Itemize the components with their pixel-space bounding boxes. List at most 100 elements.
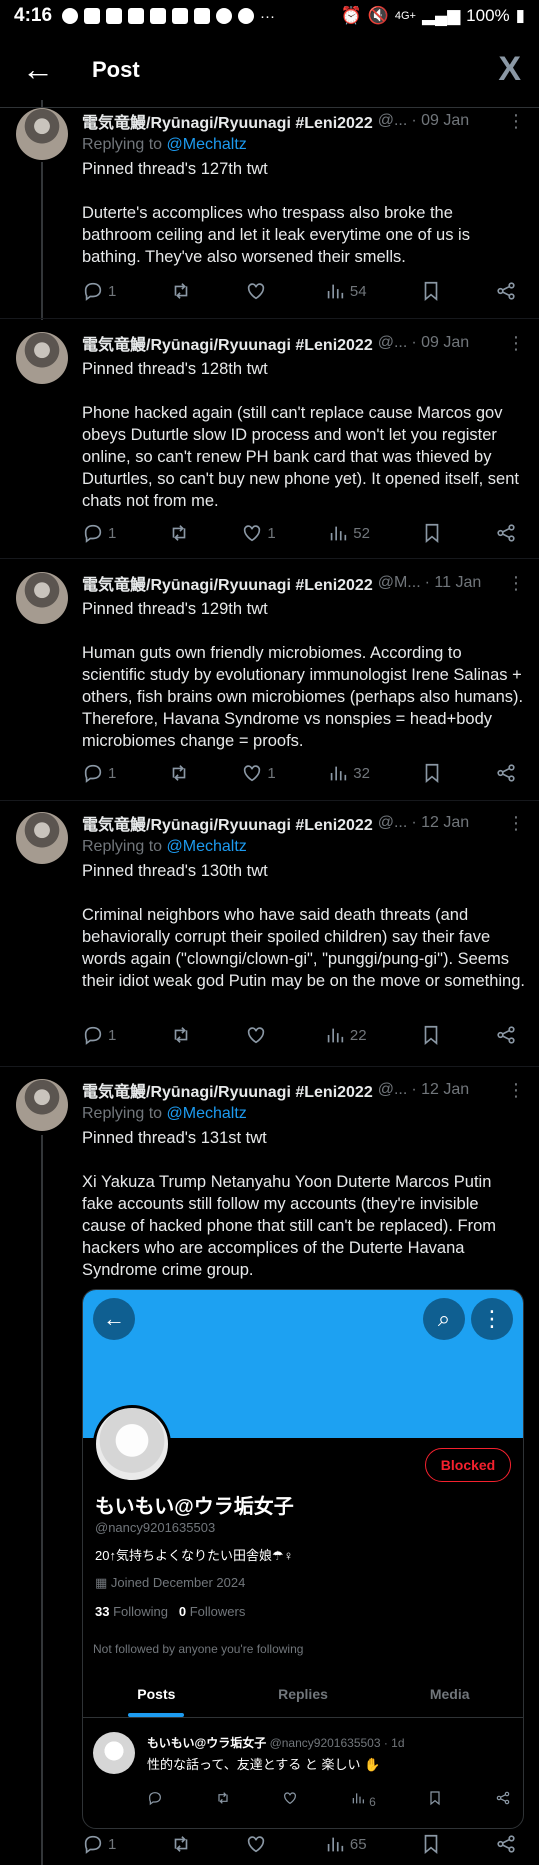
avatar[interactable]: [16, 108, 68, 160]
repost-icon: [174, 1836, 187, 1852]
more-options-icon[interactable]: ⋮: [497, 573, 525, 594]
view-count: 52: [353, 524, 370, 542]
more-options-icon[interactable]: ⋮: [497, 1080, 525, 1101]
repost-button[interactable]: [168, 762, 190, 784]
joined-date: Joined December 2024: [110, 1575, 246, 1590]
bookmark-button[interactable]: [421, 522, 443, 544]
tweet-129[interactable]: 電気竜鰻/Ryūnagi/Ryuunagi #Leni2022 @M... · …: [0, 570, 539, 810]
author-name[interactable]: 電気竜鰻/Ryūnagi/Ryuunagi #Leni2022: [82, 571, 373, 595]
reply-icon: [84, 1026, 102, 1045]
reply-button[interactable]: 1: [82, 762, 116, 784]
divider: [0, 558, 539, 559]
share-button[interactable]: [495, 280, 517, 302]
tweet-date[interactable]: · 11 Jan: [425, 574, 482, 592]
tweet-date[interactable]: · 12 Jan: [411, 1081, 469, 1099]
system-icons: ⏰ 🔇 4G+ ▂▄▆ 100% ▮: [341, 6, 526, 26]
tweet-content: 電気竜鰻/Ryūnagi/Ryuunagi #Leni2022 @... · 0…: [82, 332, 525, 512]
replying-label: Replying to: [82, 838, 163, 855]
discord-icon: [106, 8, 123, 24]
avatar[interactable]: [16, 332, 68, 384]
views-button[interactable]: 54: [324, 280, 367, 302]
search-icon: ⌕: [423, 1298, 465, 1340]
tweet-128[interactable]: 電気竜鰻/Ryūnagi/Ryuunagi #Leni2022 @... · 0…: [0, 330, 539, 570]
mention-link[interactable]: @Mechaltz: [167, 136, 247, 153]
x-logo-icon[interactable]: X: [498, 50, 521, 89]
bookmark-button[interactable]: [420, 280, 442, 302]
mention-link[interactable]: @Mechaltz: [167, 838, 247, 855]
attached-image[interactable]: ← ⌕ ⋮ Blocked もいもい@ウラ垢女子 @nancy920163550…: [82, 1289, 524, 1829]
more-options-icon[interactable]: ⋮: [497, 333, 525, 354]
avatar[interactable]: [16, 572, 68, 624]
more-options-icon[interactable]: ⋮: [497, 111, 525, 132]
more-notifications-icon: ···: [260, 7, 276, 25]
bookmark-button[interactable]: [421, 762, 443, 784]
views-button[interactable]: 22: [324, 1024, 367, 1046]
share-button[interactable]: [495, 1024, 517, 1046]
like-button[interactable]: [245, 280, 271, 302]
tweet-date[interactable]: · 09 Jan: [411, 112, 469, 130]
tweet-text: Pinned thread's 131st twt Xi Yakuza Trum…: [82, 1129, 497, 1279]
tweet-actions: 1 1 32: [82, 762, 517, 784]
replying-to: Replying to @Mechaltz: [82, 838, 525, 856]
post-views: 6: [350, 1790, 376, 1809]
share-button[interactable]: [495, 762, 517, 784]
profile-post: もいもい@ウラ垢女子 @nancy9201635503 · 1d 性的な話って、…: [83, 1722, 523, 1828]
bookmark-button[interactable]: [420, 1024, 442, 1046]
thread-line: [41, 1135, 43, 1865]
heart-icon: [244, 525, 261, 542]
repost-button[interactable]: [170, 1833, 192, 1855]
reply-icon: [149, 1792, 161, 1806]
reply-icon: [84, 1835, 102, 1854]
like-button[interactable]: 1: [241, 762, 276, 784]
divider: [0, 318, 539, 319]
reply-button[interactable]: 1: [82, 1024, 116, 1046]
reply-button[interactable]: 1: [82, 522, 116, 544]
repost-button[interactable]: [168, 522, 190, 544]
more-options-icon[interactable]: ⋮: [497, 813, 525, 834]
avatar[interactable]: [16, 812, 68, 864]
blocked-button: Blocked: [425, 1448, 511, 1482]
divider: [0, 800, 539, 801]
author-name[interactable]: 電気竜鰻/Ryūnagi/Ryuunagi #Leni2022: [82, 811, 373, 835]
avatar[interactable]: [16, 1079, 68, 1131]
views-icon: [330, 766, 347, 781]
profile-avatar: [93, 1405, 171, 1483]
repost-button[interactable]: [170, 1024, 192, 1046]
bookmark-button[interactable]: [420, 1833, 442, 1855]
tweet-131[interactable]: 電気竜鰻/Ryūnagi/Ryuunagi #Leni2022 @... · 1…: [0, 1077, 539, 1865]
tweet-130[interactable]: 電気竜鰻/Ryūnagi/Ryuunagi #Leni2022 @... · 1…: [0, 810, 539, 1072]
tweet-text: Pinned thread's 129th twt Human guts own…: [82, 600, 524, 750]
views-button[interactable]: 65: [324, 1833, 367, 1855]
like-button[interactable]: 1: [241, 522, 276, 544]
share-button[interactable]: [495, 522, 517, 544]
views-button[interactable]: 52: [327, 522, 370, 544]
profile-name: もいもい@ウラ垢女子: [95, 1496, 294, 1518]
views-button[interactable]: 32: [327, 762, 370, 784]
discord-icon: [128, 8, 145, 24]
author-name[interactable]: 電気竜鰻/Ryūnagi/Ryuunagi #Leni2022: [82, 109, 373, 133]
like-count: 1: [267, 764, 276, 782]
author-name[interactable]: 電気竜鰻/Ryūnagi/Ryuunagi #Leni2022: [82, 1078, 373, 1102]
tweet-text: Pinned thread's 130th twt Criminal neigh…: [82, 862, 525, 990]
bookmark-icon: [424, 1025, 438, 1046]
alarm-icon: ⏰: [340, 6, 362, 25]
share-button[interactable]: [495, 1833, 517, 1855]
post-actions: 6: [147, 1790, 511, 1809]
reply-button[interactable]: 1: [82, 280, 116, 302]
repost-button[interactable]: [170, 280, 192, 302]
tweet-content: 電気竜鰻/Ryūnagi/Ryuunagi #Leni2022 @... · 0…: [82, 110, 525, 268]
replying-label: Replying to: [82, 136, 163, 153]
repost-icon: [172, 765, 186, 781]
follow-counts: 33 Following 0 Followers: [95, 1604, 245, 1619]
reply-button[interactable]: 1: [82, 1833, 116, 1855]
views-icon: [352, 1793, 364, 1804]
like-button[interactable]: [245, 1024, 271, 1046]
tweet-date[interactable]: · 12 Jan: [411, 814, 469, 832]
like-button[interactable]: [245, 1833, 271, 1855]
back-arrow-icon[interactable]: ←: [22, 51, 62, 88]
author-name[interactable]: 電気竜鰻/Ryūnagi/Ryuunagi #Leni2022: [82, 331, 373, 355]
view-count: 22: [349, 1026, 367, 1044]
mention-link[interactable]: @Mechaltz: [167, 1105, 247, 1122]
tweet-date[interactable]: · 09 Jan: [411, 334, 469, 352]
tweet-127[interactable]: 電気竜鰻/Ryūnagi/Ryuunagi #Leni2022 @... · 0…: [0, 100, 539, 320]
